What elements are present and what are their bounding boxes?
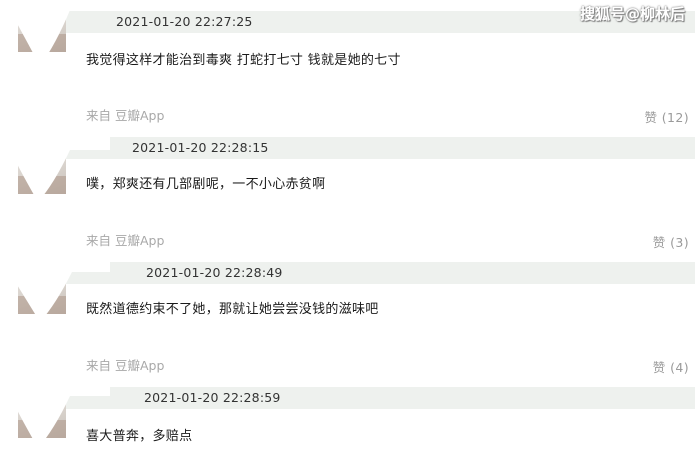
like-label: 赞 xyxy=(652,360,666,375)
comment-source[interactable]: 来自 豆瓣App xyxy=(86,358,164,374)
comment-text: 既然道德约束不了她，那就让她尝尝没钱的滋味吧 xyxy=(86,302,379,317)
like-count: (12) xyxy=(661,110,689,125)
like-count: (3) xyxy=(670,235,689,250)
avatar-shade xyxy=(18,176,66,194)
avatar[interactable] xyxy=(18,142,66,194)
like-button[interactable]: 赞 (4) xyxy=(653,360,689,376)
like-label: 赞 xyxy=(652,235,666,250)
avatar[interactable] xyxy=(18,262,66,314)
comment-timestamp: 2021-01-20 22:28:49 xyxy=(146,265,283,280)
like-button[interactable]: 赞 (3) xyxy=(653,235,689,251)
avatar-shade xyxy=(18,296,66,314)
avatar-image xyxy=(35,400,49,414)
comment-item: 2021-01-20 22:28:15 噗，郑爽还有几部剧呢，一不小心赤贫啊 来… xyxy=(0,126,695,252)
comment-timestamp: 2021-01-20 22:28:15 xyxy=(132,140,269,155)
avatar-image xyxy=(35,156,49,170)
comment-source[interactable]: 来自 豆瓣App xyxy=(86,108,164,124)
like-count: (4) xyxy=(670,360,689,375)
comment-meta-bar xyxy=(18,387,695,409)
avatar-shade xyxy=(18,34,66,52)
like-label: 赞 xyxy=(644,110,658,125)
comment-item: 2021-01-20 22:28:59 喜大普奔，多赔点 xyxy=(0,376,695,476)
comment-text: 我觉得这样才能治到毒爽 打蛇打七寸 钱就是她的七寸 xyxy=(86,53,401,68)
watermark: 搜狐号@柳林后 xyxy=(579,5,685,23)
comment-source[interactable]: 来自 豆瓣App xyxy=(86,233,164,249)
comment-meta-bar xyxy=(18,262,695,284)
avatar[interactable] xyxy=(18,386,66,438)
comment-text: 喜大普奔，多赔点 xyxy=(86,429,193,444)
comment-timestamp: 2021-01-20 22:27:25 xyxy=(116,14,253,29)
comment-text: 噗，郑爽还有几部剧呢，一不小心赤贫啊 xyxy=(86,177,326,192)
comment-item: 2021-01-20 22:28:49 既然道德约束不了她，那就让她尝尝没钱的滋… xyxy=(0,250,695,376)
comment-meta-bar xyxy=(18,137,695,159)
avatar-image xyxy=(35,276,49,290)
like-button[interactable]: 赞 (12) xyxy=(644,110,689,126)
comment-timestamp: 2021-01-20 22:28:59 xyxy=(144,390,281,405)
avatar[interactable] xyxy=(18,0,66,52)
avatar-shade xyxy=(18,420,66,438)
avatar-image xyxy=(35,14,49,28)
